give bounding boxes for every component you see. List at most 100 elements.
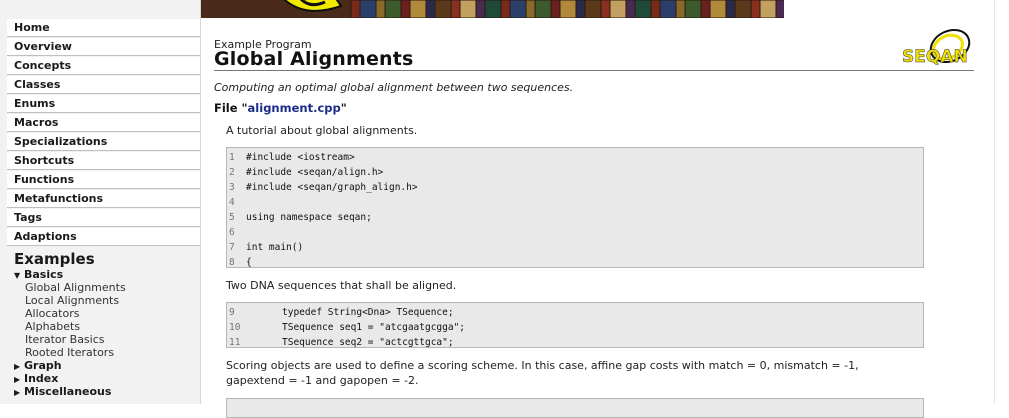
book-spine xyxy=(650,0,661,18)
book-spine xyxy=(550,0,561,18)
sidebar-item-functions[interactable]: Functions xyxy=(7,171,200,189)
line-number: 5 xyxy=(229,212,235,223)
sidebar: Home Overview Concepts Classes Enums Macros Sp… xyxy=(0,0,201,404)
book-spine xyxy=(534,0,552,18)
line-number: 11 xyxy=(229,337,241,348)
tutorial-text: A tutorial about global alignments. xyxy=(226,124,418,137)
line-number: 10 xyxy=(229,322,241,333)
code-text: TSequence seq1 = "atcgaatgcgga"; xyxy=(282,322,466,333)
code-line: 7 int main() xyxy=(227,240,923,255)
sidebar-item-metafunctions[interactable]: Metafunctions xyxy=(7,190,200,208)
vertical-scrollbar[interactable] xyxy=(994,0,1009,404)
book-spine xyxy=(559,0,577,18)
book-spine xyxy=(425,0,436,18)
book-spine xyxy=(584,0,602,18)
code-text: #include <seqan/align.h> xyxy=(246,167,384,178)
sidebar-item-classes[interactable]: Classes xyxy=(7,76,200,94)
sidebar-item-overview[interactable]: Overview xyxy=(7,38,200,56)
book-spine xyxy=(734,0,752,18)
line-number: 1 xyxy=(229,152,235,163)
book-spine xyxy=(500,0,511,18)
book-spine xyxy=(675,0,686,18)
book-spine xyxy=(575,0,586,18)
book-spine xyxy=(459,0,477,18)
tree-item-global-alignments[interactable]: Global Alignments xyxy=(25,281,200,294)
dna-text: Two DNA sequences that shall be aligned. xyxy=(226,279,457,292)
bookshelf-banner xyxy=(201,0,784,18)
header-divider xyxy=(214,70,974,71)
book-spine xyxy=(750,0,761,18)
code-text: typedef String<Dna> TSequence; xyxy=(282,307,454,318)
sidebar-item-shortcuts[interactable]: Shortcuts xyxy=(7,152,200,170)
code-text: TSequence seq2 = "actcgttgca"; xyxy=(282,337,454,348)
line-number: 2 xyxy=(229,167,235,178)
examples-tree: ▼ Basics Global Alignments Local Alignment… xyxy=(14,268,200,398)
examples-heading: Examples xyxy=(14,250,95,268)
book-spine xyxy=(484,0,502,18)
sidebar-item-adaptions[interactable]: Adaptions xyxy=(7,228,200,246)
tree-item-iterator-basics[interactable]: Iterator Basics xyxy=(25,333,200,346)
code-line: 11 TSequence seq2 = "actcgttgca"; xyxy=(227,335,923,350)
sidebar-item-tags[interactable]: Tags xyxy=(7,209,200,227)
sidebar-item-specializations[interactable]: Specializations xyxy=(7,133,200,151)
line-number: 7 xyxy=(229,242,235,253)
collapsed-sections: ▶ Graph ▶ Index ▶ Miscellaneous xyxy=(14,359,200,398)
line-number: 4 xyxy=(229,197,235,208)
scoring-text: Scoring objects are used to define a sco… xyxy=(226,359,859,387)
book-spine xyxy=(725,0,736,18)
tree-item-allocators[interactable]: Allocators xyxy=(25,307,200,320)
book-spine xyxy=(384,0,402,18)
book-spine xyxy=(359,0,377,18)
book-spine xyxy=(350,0,361,18)
book-spine xyxy=(659,0,677,18)
tree-item-alphabets[interactable]: Alphabets xyxy=(25,320,200,333)
book-spine xyxy=(375,0,386,18)
book-spine xyxy=(475,0,486,18)
tree-item-rooted-iterators[interactable]: Rooted Iterators xyxy=(25,346,200,359)
code-line: 10 TSequence seq1 = "atcgaatgcgga"; xyxy=(227,320,923,335)
book-spine xyxy=(700,0,711,18)
file-heading: File "alignment.cpp" xyxy=(214,101,347,115)
code-text: using namespace seqan; xyxy=(246,212,372,223)
page-subtitle: Computing an optimal global alignment be… xyxy=(214,81,574,94)
book-spine xyxy=(525,0,536,18)
tree-section-index[interactable]: ▶ Index xyxy=(14,372,200,385)
line-number: 9 xyxy=(229,307,235,318)
code-block-sequences: 9 typedef String<Dna> TSequence; 10 TSequen… xyxy=(226,302,924,348)
book-spine xyxy=(775,0,784,18)
line-number: 6 xyxy=(229,227,235,238)
code-text: #include <iostream> xyxy=(246,152,355,163)
book-spine xyxy=(409,0,427,18)
code-line: 2 #include <seqan/align.h> xyxy=(227,165,923,180)
code-line: 4 xyxy=(227,195,923,210)
book-spine xyxy=(600,0,611,18)
code-text: { xyxy=(246,257,252,268)
book-spine xyxy=(400,0,411,18)
page-title: Global Alignments xyxy=(214,48,414,70)
sidebar-item-enums[interactable]: Enums xyxy=(7,95,200,113)
code-line: 5 using namespace seqan; xyxy=(227,210,923,225)
code-block-scoring xyxy=(226,398,924,418)
code-text: #include <seqan/graph_align.h> xyxy=(246,182,418,193)
file-link[interactable]: alignment.cpp xyxy=(248,101,341,115)
code-text: int main() xyxy=(246,242,304,253)
book-spine xyxy=(509,0,527,18)
tree-section-basics[interactable]: ▼ Basics xyxy=(14,268,200,281)
tree-section-miscellaneous[interactable]: ▶ Miscellaneous xyxy=(14,385,200,398)
book-spine xyxy=(709,0,727,18)
code-block-includes: 1 #include <iostream> 2 #include <seqan/ali… xyxy=(226,147,924,268)
collapsed-arrow-icon: ▶ xyxy=(14,388,21,397)
svg-text:SEQAN: SEQAN xyxy=(902,47,968,67)
sidebar-item-concepts[interactable]: Concepts xyxy=(7,57,200,75)
code-line: 3 #include <seqan/graph_align.h> xyxy=(227,180,923,195)
tree-section-graph[interactable]: ▶ Graph xyxy=(14,359,200,372)
tree-item-local-alignments[interactable]: Local Alignments xyxy=(25,294,200,307)
bookshelf-banner-image xyxy=(201,0,784,18)
code-line: 8{ xyxy=(227,255,923,270)
seqan-logo: SEQAN xyxy=(902,28,971,67)
sidebar-item-macros[interactable]: Macros xyxy=(7,114,200,132)
sidebar-item-home[interactable]: Home xyxy=(7,19,200,37)
basics-items: Global Alignments Local Alignments Allocat… xyxy=(14,281,200,359)
book-spine xyxy=(634,0,652,18)
expanded-arrow-icon: ▼ xyxy=(14,271,21,280)
